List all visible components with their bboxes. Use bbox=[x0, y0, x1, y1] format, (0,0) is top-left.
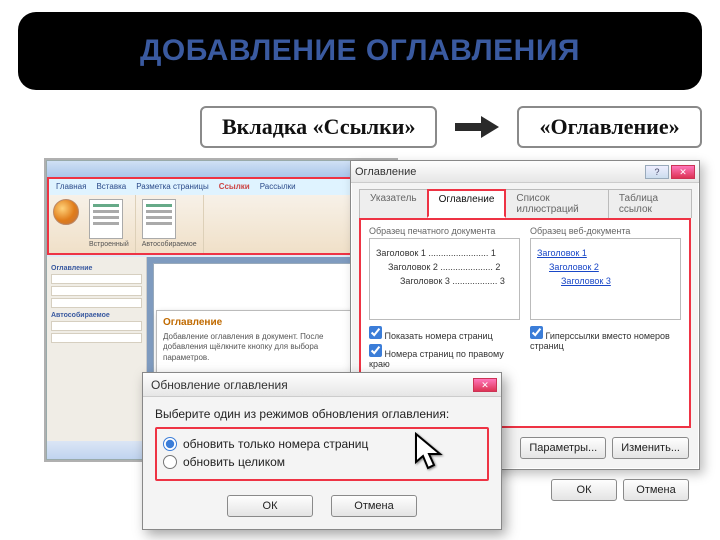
checkbox-label: Показать номера страниц bbox=[385, 331, 493, 341]
close-icon[interactable]: ✕ bbox=[473, 378, 497, 392]
ribbon: Встроенный Автособираемое bbox=[47, 195, 395, 255]
ribbon-tab-insert[interactable]: Вставка bbox=[93, 181, 129, 193]
web-preview-box: Заголовок 1 Заголовок 2 Заголовок 3 bbox=[530, 238, 681, 320]
gallery-item[interactable] bbox=[51, 274, 142, 284]
tab-authorities[interactable]: Таблица ссылок bbox=[608, 189, 692, 218]
gallery-item[interactable] bbox=[51, 333, 142, 343]
dialog-tabstrip: Указатель Оглавление Список иллюстраций … bbox=[351, 183, 699, 218]
preview-line: Заголовок 2 bbox=[537, 262, 674, 272]
print-preview-box: Заголовок 1 ........................ 1 З… bbox=[369, 238, 520, 320]
preview-line: Заголовок 1 bbox=[537, 248, 674, 258]
toc-gallery-pane: Оглавление Автособираемое bbox=[47, 257, 147, 441]
dialog-titlebar: Оглавление ? ✕ bbox=[351, 161, 699, 183]
ribbon-tab-home[interactable]: Главная bbox=[53, 181, 89, 193]
checkbox-hyperlinks[interactable]: Гиперссылки вместо номеров страниц bbox=[530, 326, 681, 351]
gallery-item[interactable] bbox=[51, 286, 142, 296]
tab-toc[interactable]: Оглавление bbox=[427, 189, 507, 218]
ribbon-tabstrip: Главная Вставка Разметка страницы Ссылки… bbox=[47, 177, 395, 195]
crumb-tab-links: Вкладка «Ссылки» bbox=[200, 106, 437, 148]
radio-label: обновить только номера страниц bbox=[183, 437, 368, 451]
tooltip-body: Добавление оглавления в документ. После … bbox=[163, 332, 349, 363]
preview-line: Заголовок 1 ........................ 1 bbox=[376, 248, 513, 258]
tab-index[interactable]: Указатель bbox=[359, 189, 428, 218]
options-button[interactable]: Параметры... bbox=[520, 437, 606, 459]
dialog-title: Обновление оглавления bbox=[147, 378, 288, 392]
label-web-preview: Образец веб-документа bbox=[530, 226, 681, 236]
dialog-title: Оглавление bbox=[355, 166, 416, 178]
radio-label: обновить целиком bbox=[183, 455, 285, 469]
arrow-icon bbox=[455, 116, 499, 138]
update-mode-group: обновить только номера страниц обновить … bbox=[155, 427, 489, 481]
ribbon-tab-references[interactable]: Ссылки bbox=[216, 181, 253, 193]
gallery-heading: Оглавление bbox=[51, 265, 142, 272]
close-icon[interactable]: ✕ bbox=[671, 165, 695, 179]
ribbon-group-label: Встроенный bbox=[89, 241, 129, 248]
update-prompt: Выберите один из режимов обновления огла… bbox=[155, 407, 489, 421]
ok-button[interactable]: ОК bbox=[551, 479, 617, 501]
toc-gallery-icon[interactable] bbox=[142, 199, 176, 239]
crumb-oglavlenie: «Оглавление» bbox=[517, 106, 701, 148]
ribbon-tab-mail[interactable]: Рассылки bbox=[257, 181, 299, 193]
cancel-button[interactable]: Отмена bbox=[623, 479, 689, 501]
tab-figures[interactable]: Список иллюстраций bbox=[505, 189, 608, 218]
dialog-titlebar: Обновление оглавления ✕ bbox=[143, 373, 501, 397]
dialog-update-toc: Обновление оглавления ✕ Выберите один из… bbox=[142, 372, 502, 530]
ribbon-group-toc: Встроенный bbox=[83, 195, 136, 253]
gallery-heading: Автособираемое bbox=[51, 312, 142, 319]
office-button-icon[interactable] bbox=[53, 199, 79, 225]
ribbon-group-label: Автособираемое bbox=[142, 241, 197, 248]
word-titlebar bbox=[47, 161, 395, 177]
toc-gallery-icon[interactable] bbox=[89, 199, 123, 239]
checkbox-show-page-numbers[interactable]: Показать номера страниц bbox=[369, 326, 520, 341]
slide-title-banner: ДОБАВЛЕНИЕ ОГЛАВЛЕНИЯ bbox=[18, 12, 702, 90]
gallery-item[interactable] bbox=[51, 321, 142, 331]
preview-line: Заголовок 3 .................. 3 bbox=[376, 276, 513, 286]
gallery-item[interactable] bbox=[51, 298, 142, 308]
tooltip-title: Оглавление bbox=[163, 317, 349, 328]
ribbon-group-auto: Автособираемое bbox=[136, 195, 204, 253]
slide-title: ДОБАВЛЕНИЕ ОГЛАВЛЕНИЯ bbox=[140, 34, 580, 68]
checkbox-right-align[interactable]: Номера страниц по правому краю bbox=[369, 344, 520, 369]
ok-button[interactable]: ОК bbox=[227, 495, 313, 517]
help-button[interactable]: ? bbox=[645, 165, 669, 179]
checkbox-label: Гиперссылки вместо номеров страниц bbox=[530, 331, 670, 351]
preview-line: Заголовок 3 bbox=[537, 276, 674, 286]
label-print-preview: Образец печатного документа bbox=[369, 226, 520, 236]
checkbox-label: Номера страниц по правому краю bbox=[369, 349, 504, 369]
ribbon-tab-layout[interactable]: Разметка страницы bbox=[133, 181, 212, 193]
cancel-button[interactable]: Отмена bbox=[331, 495, 417, 517]
modify-button[interactable]: Изменить... bbox=[612, 437, 689, 459]
breadcrumb: Вкладка «Ссылки» «Оглавление» bbox=[200, 106, 702, 148]
preview-line: Заголовок 2 ..................... 2 bbox=[376, 262, 513, 272]
radio-update-entire[interactable]: обновить целиком bbox=[163, 455, 481, 469]
radio-update-page-numbers[interactable]: обновить только номера страниц bbox=[163, 437, 481, 451]
